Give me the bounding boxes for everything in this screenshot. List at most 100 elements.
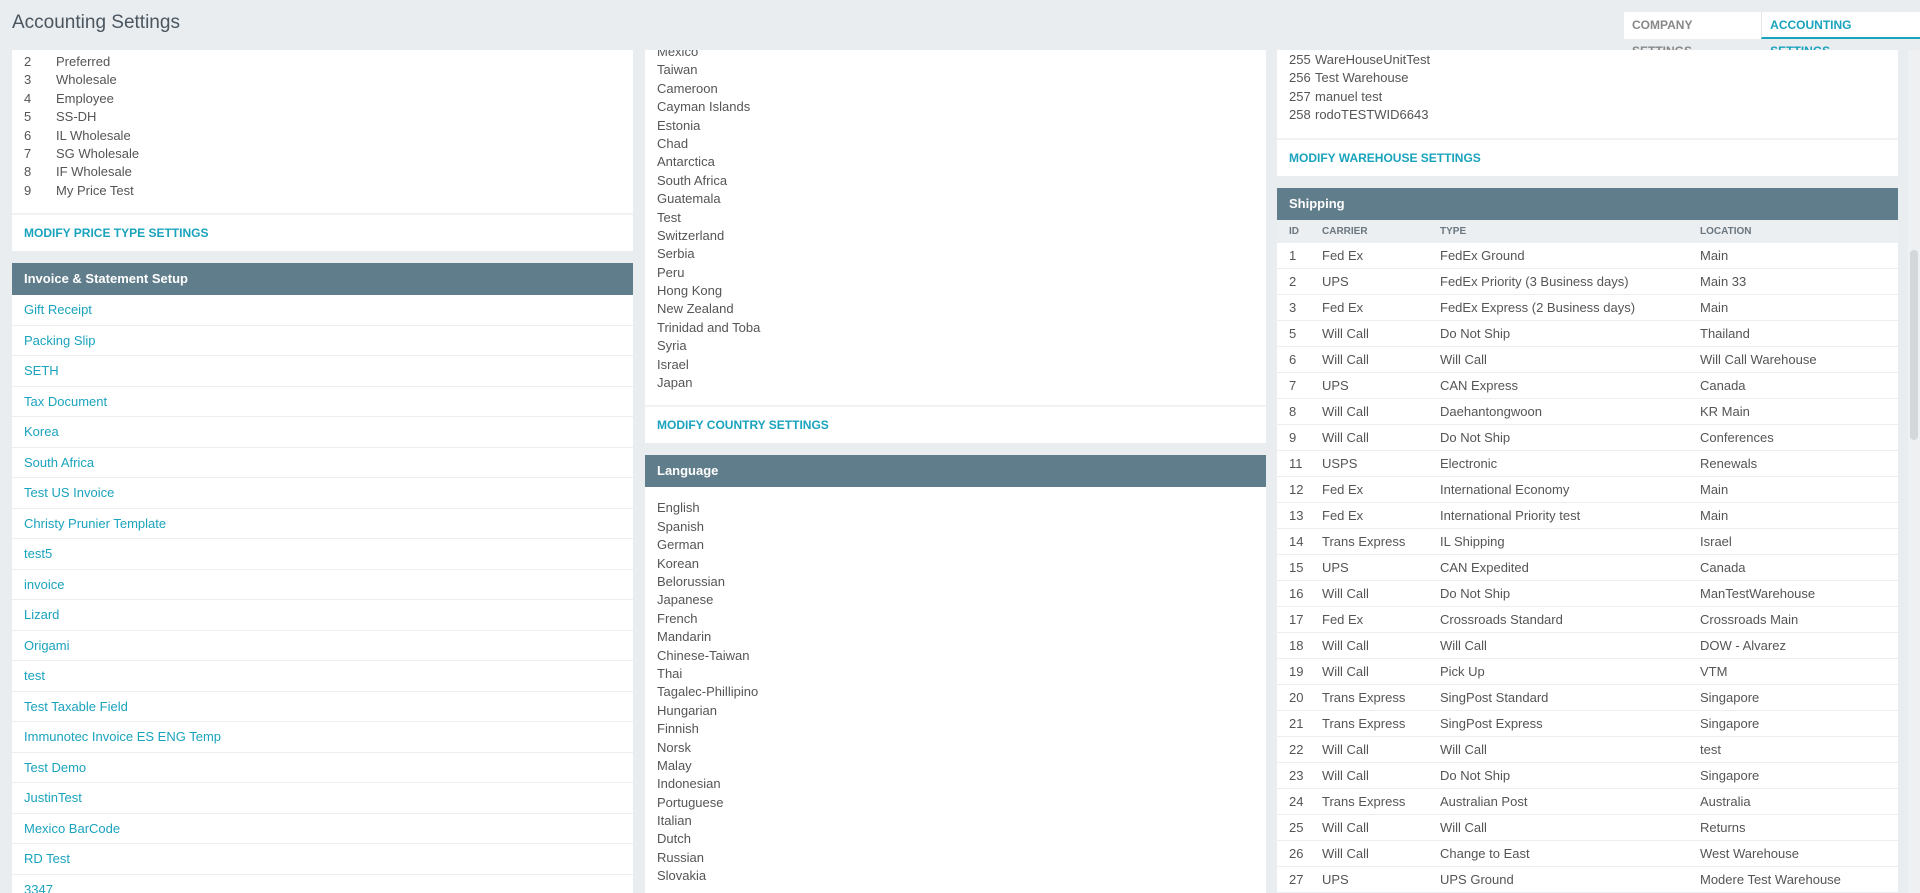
- warehouse-row: 257 manuel test: [1277, 88, 1898, 106]
- column-header-type: TYPE: [1428, 219, 1688, 243]
- invoice-template-link[interactable]: Korea: [12, 417, 633, 448]
- warehouse-panel: 255 WareHouseUnitTest 256 Test Warehouse 257…: [1277, 50, 1898, 176]
- scrollbar-thumb[interactable]: [1910, 250, 1918, 440]
- settings-tabs: COMPANY SETTINGS ACCOUNTING SETTINGS: [1624, 12, 1920, 58]
- shipping-carrier-cell: Fed Ex: [1310, 606, 1428, 634]
- invoice-template-link[interactable]: 3347: [12, 875, 633, 893]
- shipping-location-cell: test: [1688, 736, 1898, 764]
- shipping-type-cell: FedEx Priority (3 Business days): [1428, 268, 1688, 296]
- shipping-location-cell: Main: [1688, 294, 1898, 322]
- invoice-template-link[interactable]: Gift Receipt: [12, 295, 633, 326]
- shipping-location-cell: Australia: [1688, 788, 1898, 816]
- shipping-type-cell: Will Call: [1428, 346, 1688, 374]
- invoice-template-link[interactable]: Test Taxable Field: [12, 692, 633, 723]
- language-item: Slovakia: [657, 868, 707, 884]
- price-type-name: SG Wholesale: [56, 145, 140, 161]
- shipping-location-cell: Renewals: [1688, 450, 1898, 478]
- language-item: Korean: [657, 555, 699, 571]
- language-item: Indonesian: [657, 776, 721, 792]
- shipping-type-cell: Will Call: [1428, 736, 1688, 764]
- page-title: Accounting Settings: [12, 12, 180, 33]
- price-type-name: Wholesale: [56, 72, 117, 88]
- warehouse-id: 255: [1289, 52, 1311, 67]
- country-item: Test: [657, 209, 681, 225]
- tab-accounting-settings[interactable]: ACCOUNTING SETTINGS: [1761, 12, 1920, 58]
- price-type-row: 3 Wholesale: [12, 71, 633, 89]
- shipping-carrier-cell: Will Call: [1310, 424, 1428, 452]
- price-type-name: My Price Test: [56, 182, 134, 198]
- left-column: 2 Preferred 3 Wholesale 4 Employee 5 SS-DH 6 IL W…: [12, 50, 633, 893]
- shipping-carrier-cell: UPS: [1310, 372, 1428, 400]
- tab-company-settings[interactable]: COMPANY SETTINGS: [1624, 12, 1761, 58]
- invoice-template-link[interactable]: test5: [12, 539, 633, 570]
- shipping-carrier-cell: Fed Ex: [1310, 502, 1428, 530]
- shipping-row: 24 Trans Express Australian Post Australia: [1277, 788, 1898, 816]
- warehouse-name: manuel test: [1315, 88, 1383, 104]
- warehouse-id: 256: [1289, 70, 1311, 86]
- country-item: Taiwan: [657, 62, 698, 78]
- shipping-type-cell: CAN Expedited: [1428, 554, 1688, 582]
- modify-warehouse-settings-link[interactable]: MODIFY WAREHOUSE SETTINGS: [1277, 137, 1898, 176]
- shipping-type-cell: International Economy: [1428, 476, 1688, 504]
- country-item: Israel: [657, 356, 689, 372]
- shipping-panel: Shipping ID CARRIER TYPE LOCATION 1 Fed E…: [1277, 187, 1898, 893]
- modify-price-type-settings-link[interactable]: MODIFY PRICE TYPE SETTINGS: [12, 213, 633, 251]
- shipping-type-cell: IL Shipping: [1428, 528, 1688, 556]
- price-type-name: IL Wholesale: [56, 127, 131, 143]
- shipping-carrier-cell: Will Call: [1310, 658, 1428, 686]
- language-item: Portuguese: [657, 794, 724, 810]
- invoice-template-link[interactable]: RD Test: [12, 844, 633, 875]
- shipping-header: Shipping: [1277, 187, 1898, 220]
- shipping-id-cell: 1: [1277, 242, 1310, 270]
- shipping-location-cell: Main: [1688, 502, 1898, 530]
- shipping-type-cell: Do Not Ship: [1428, 762, 1688, 790]
- shipping-id-cell: 21: [1277, 710, 1310, 738]
- shipping-row: 22 Will Call Will Call test: [1277, 736, 1898, 764]
- country-list: Mexico Taiwan Cameroon Cayman Islands Estoni…: [645, 50, 1266, 405]
- invoice-template-link[interactable]: test: [12, 661, 633, 692]
- invoice-template-link[interactable]: Christy Prunier Template: [12, 509, 633, 540]
- language-header: Language: [645, 455, 1266, 488]
- page-scrollbar[interactable]: [1908, 50, 1920, 893]
- invoice-template-link[interactable]: Lizard: [12, 600, 633, 631]
- shipping-carrier-cell: Fed Ex: [1310, 476, 1428, 504]
- invoice-template-link[interactable]: South Africa: [12, 448, 633, 479]
- language-item: Tagalec-Phillipino: [657, 684, 759, 700]
- shipping-row: 26 Will Call Change to East West Warehouse: [1277, 840, 1898, 868]
- shipping-row: 25 Will Call Will Call Returns: [1277, 814, 1898, 842]
- shipping-type-cell: Will Call: [1428, 632, 1688, 660]
- warehouse-name: Test Warehouse: [1315, 70, 1409, 86]
- modify-country-settings-link[interactable]: MODIFY COUNTRY SETTINGS: [645, 405, 1266, 443]
- warehouse-row: 255 WareHouseUnitTest: [1277, 51, 1898, 69]
- price-type-id: 5: [24, 109, 32, 125]
- invoice-template-link[interactable]: Immunotec Invoice ES ENG Temp: [12, 722, 633, 753]
- shipping-type-cell: CAN Express: [1428, 372, 1688, 400]
- price-type-id: 3: [24, 72, 32, 88]
- invoice-template-link[interactable]: Origami: [12, 631, 633, 662]
- shipping-id-cell: 2: [1277, 268, 1310, 296]
- shipping-location-cell: KR Main: [1688, 398, 1898, 426]
- shipping-row: 2 UPS FedEx Priority (3 Business days) Main…: [1277, 268, 1898, 296]
- shipping-id-cell: 25: [1277, 814, 1310, 842]
- invoice-template-link[interactable]: invoice: [12, 570, 633, 601]
- column-header-carrier: CARRIER: [1310, 219, 1428, 243]
- shipping-id-cell: 13: [1277, 502, 1310, 530]
- shipping-type-cell: FedEx Ground: [1428, 242, 1688, 270]
- shipping-id-cell: 24: [1277, 788, 1310, 816]
- country-panel: Mexico Taiwan Cameroon Cayman Islands Estoni…: [645, 50, 1266, 444]
- invoice-template-link[interactable]: Tax Document: [12, 387, 633, 418]
- invoice-template-link[interactable]: Mexico BarCode: [12, 814, 633, 845]
- shipping-carrier-cell: Will Call: [1310, 398, 1428, 426]
- invoice-template-link[interactable]: Packing Slip: [12, 326, 633, 357]
- shipping-row: 11 USPS Electronic Renewals: [1277, 450, 1898, 478]
- invoice-template-link[interactable]: SETH: [12, 356, 633, 387]
- invoice-template-link[interactable]: JustinTest: [12, 783, 633, 814]
- shipping-id-cell: 8: [1277, 398, 1310, 426]
- shipping-row: 9 Will Call Do Not Ship Conferences: [1277, 424, 1898, 452]
- country-item: Cayman Islands: [657, 99, 751, 115]
- invoice-template-link[interactable]: Test US Invoice: [12, 478, 633, 509]
- language-item: Norsk: [657, 739, 691, 755]
- invoice-template-link[interactable]: Test Demo: [12, 753, 633, 784]
- price-type-name: SS-DH: [56, 109, 97, 125]
- warehouse-id: 257: [1289, 88, 1311, 104]
